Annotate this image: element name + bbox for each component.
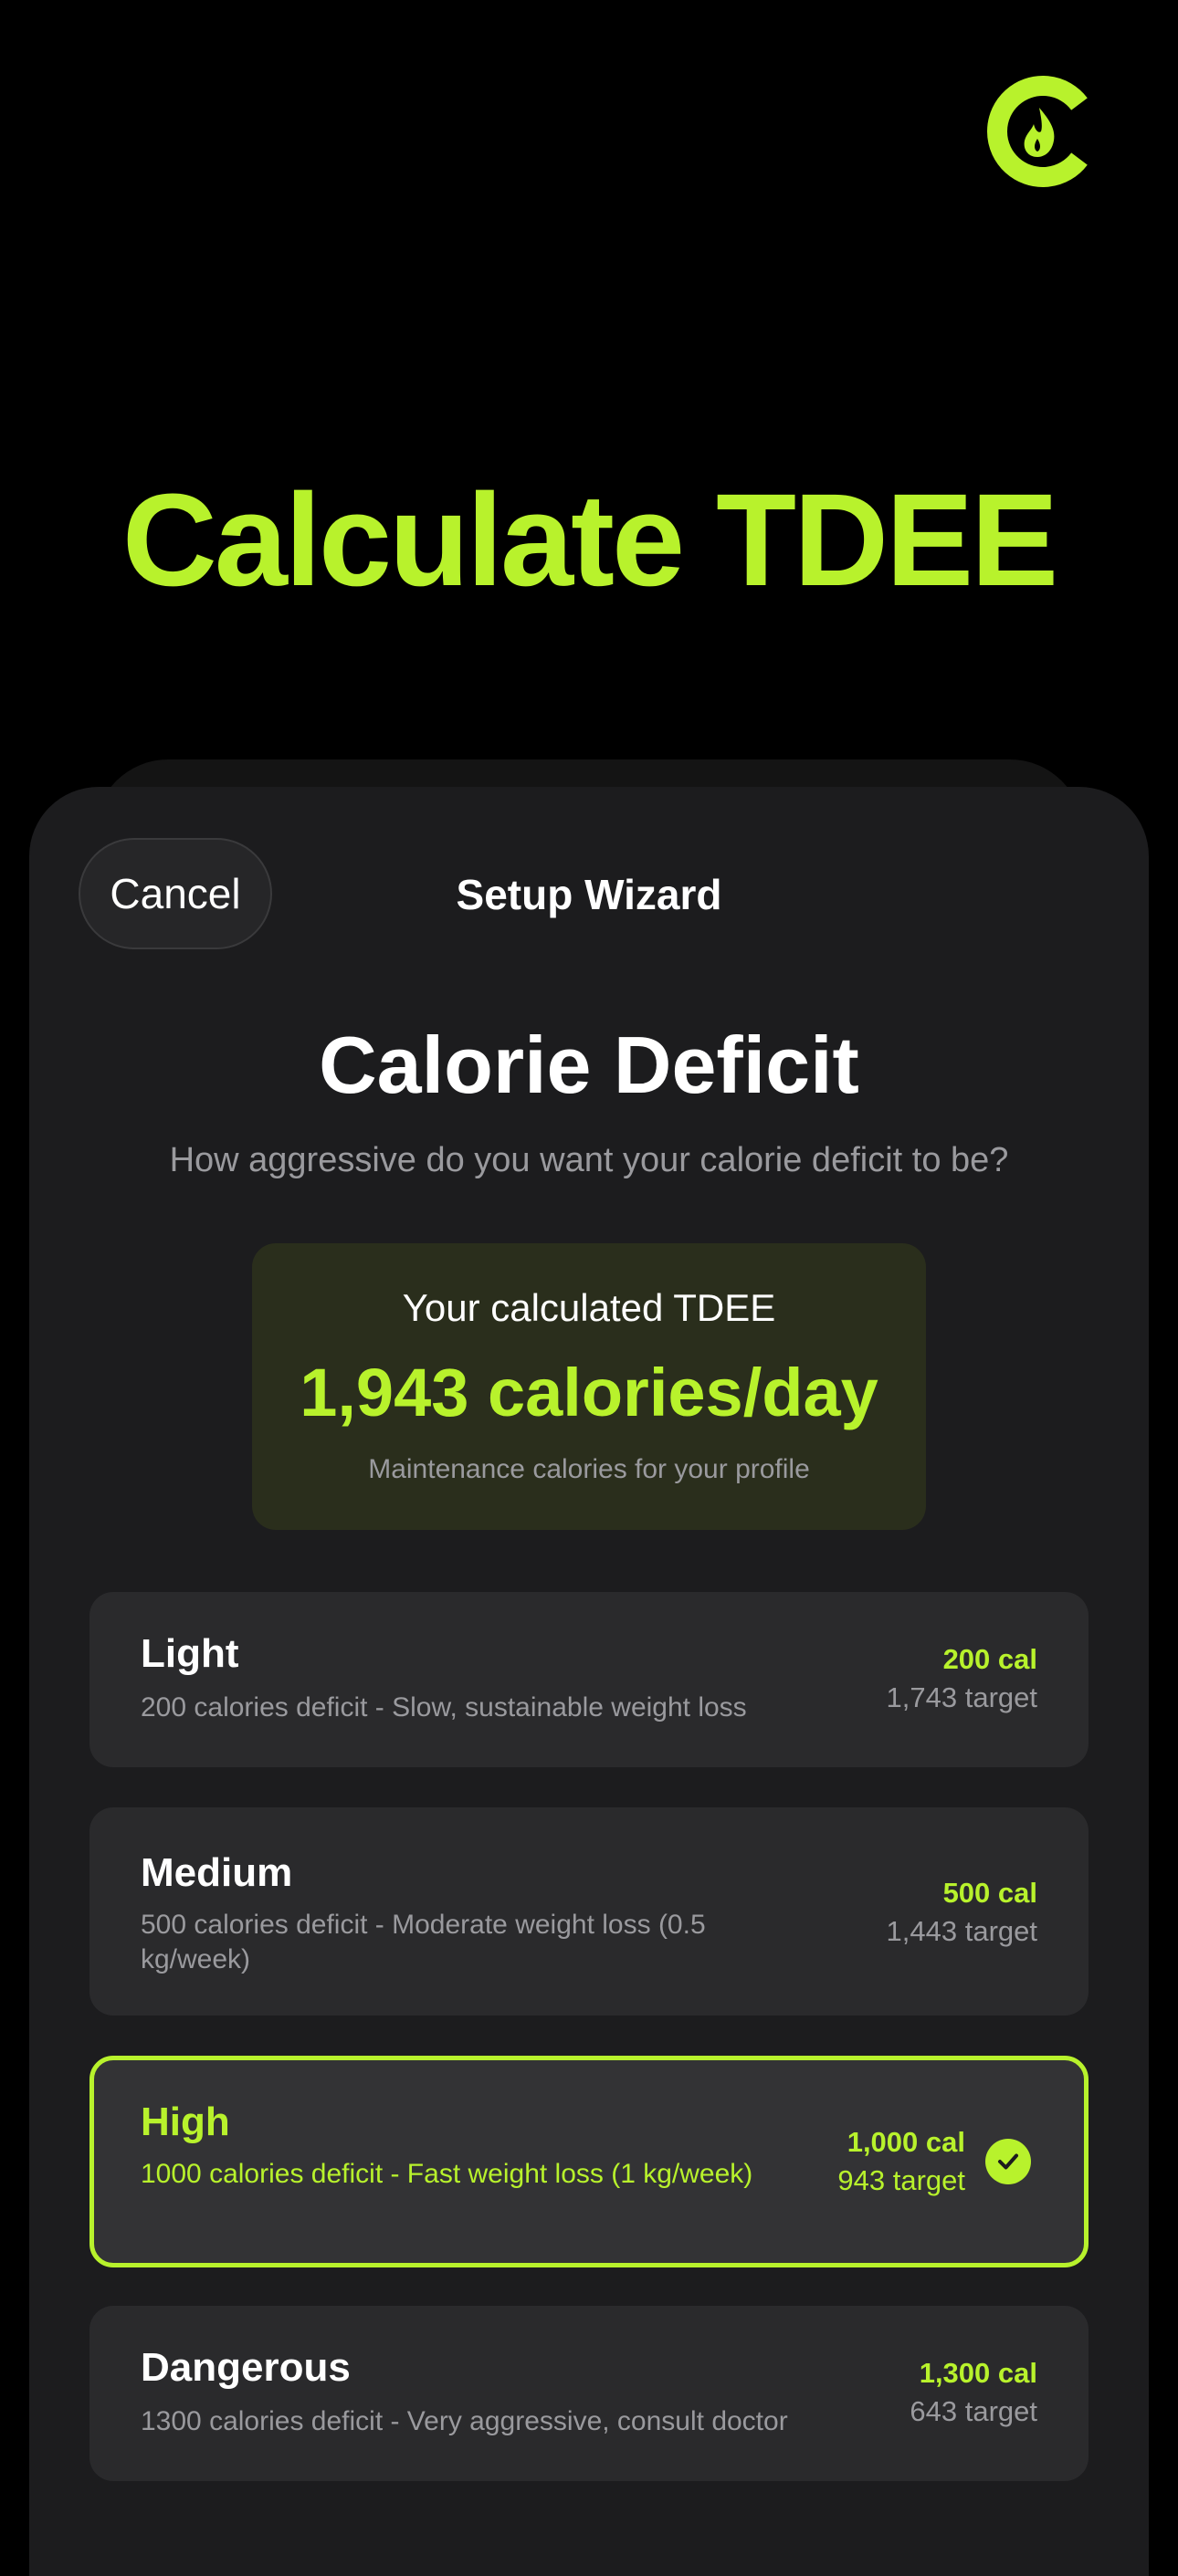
page-title: Calorie Deficit (319, 1020, 859, 1110)
option-name: High (141, 2100, 230, 2144)
option-target: 1,443 target (886, 1915, 1037, 1947)
option-calories: 1,000 cal (847, 2126, 965, 2158)
option-target: 1,743 target (886, 1681, 1037, 1713)
option-description: 500 calories deficit - Moderate weight l… (141, 1910, 706, 1974)
deficit-option-high[interactable]: High 1000 calories deficit - Fast weight… (89, 2056, 1089, 2267)
option-description: 200 calories deficit - Slow, sustainable… (141, 1692, 747, 1723)
tdee-label: Your calculated TDEE (402, 1286, 776, 1329)
deficit-option-light[interactable]: Light 200 calories deficit - Slow, susta… (89, 1592, 1089, 1767)
tdee-value: 1,943 calories/day (300, 1355, 878, 1430)
tdee-note: Maintenance calories for your profile (368, 1454, 810, 1484)
option-description: 1300 calories deficit - Very aggressive,… (141, 2406, 788, 2436)
option-calories: 200 cal (942, 1643, 1037, 1675)
tdee-summary-card: Your calculated TDEE 1,943 calories/day … (252, 1243, 926, 1530)
option-description: 1000 calories deficit - Fast weight loss… (141, 2159, 753, 2189)
option-calories: 500 cal (942, 1877, 1037, 1909)
checkmark-icon (985, 2139, 1031, 2184)
flame-logo-icon (987, 76, 1088, 187)
wizard-title: Setup Wizard (456, 871, 722, 918)
option-name: Light (141, 1631, 239, 1676)
option-target: 943 target (837, 2164, 965, 2196)
deficit-option-medium[interactable]: Medium 500 calories deficit - Moderate w… (89, 1807, 1089, 2016)
option-calories: 1,300 cal (919, 2357, 1037, 2389)
option-name: Medium (141, 1850, 293, 1895)
hero-title: Calculate TDEE (121, 466, 1058, 613)
option-target: 643 target (910, 2395, 1037, 2427)
page-subtitle: How aggressive do you want your calorie … (169, 1141, 1009, 1179)
option-name: Dangerous (141, 2345, 351, 2390)
deficit-option-dangerous[interactable]: Dangerous 1300 calories deficit - Very a… (89, 2306, 1089, 2481)
